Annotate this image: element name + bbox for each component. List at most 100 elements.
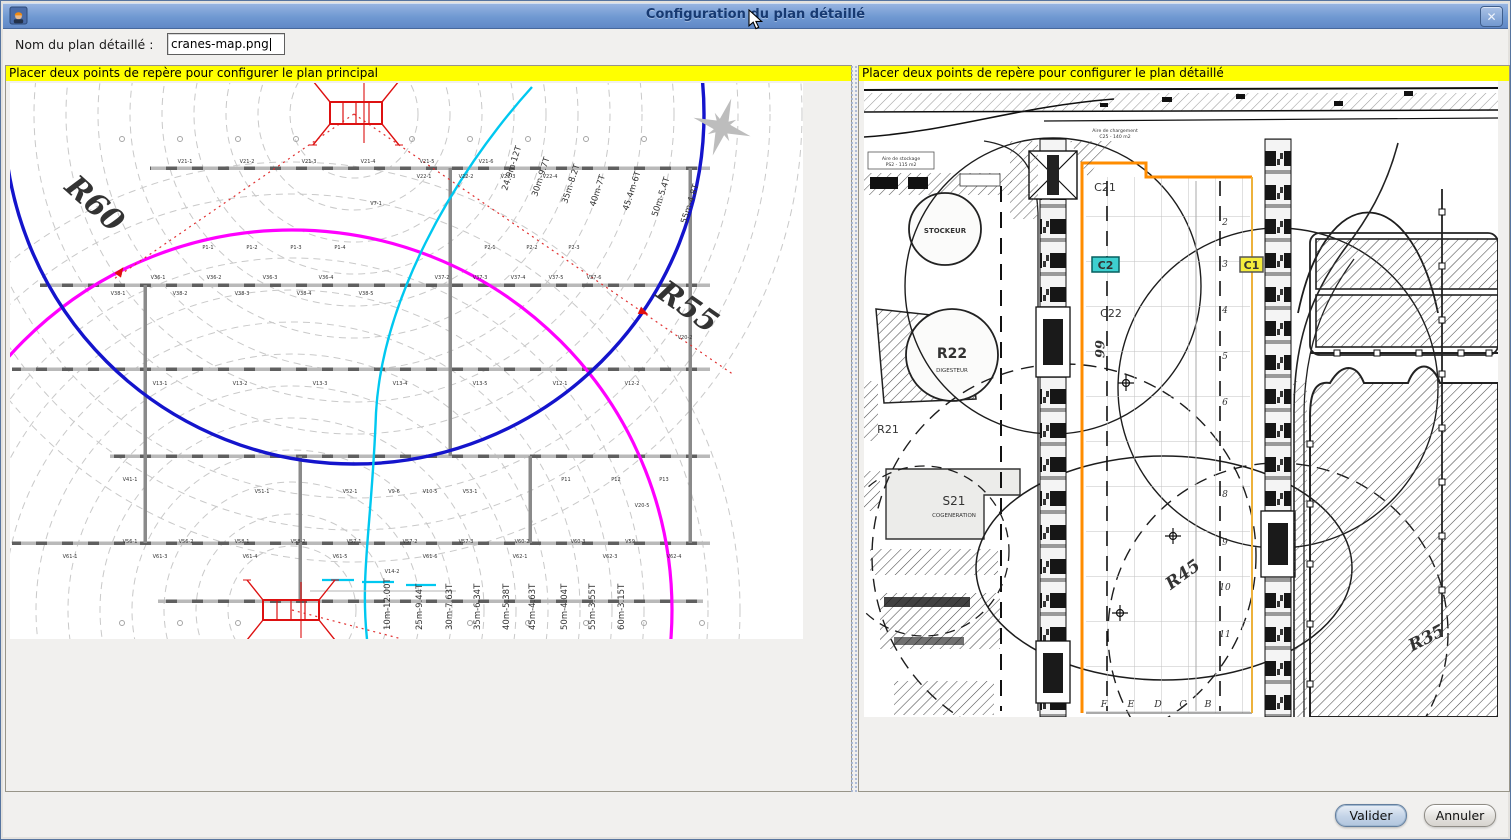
filename-value: cranes-map.png bbox=[171, 37, 269, 51]
map-label: 9 bbox=[1222, 538, 1228, 548]
map-label: 30m-7.63T bbox=[445, 583, 455, 630]
map-label: 25m-9.44T bbox=[415, 583, 425, 630]
map-label: V36-2 bbox=[207, 275, 222, 281]
map-label: V38-1 bbox=[111, 291, 126, 297]
compass-icon bbox=[684, 89, 760, 165]
map-label: V21-4 bbox=[361, 159, 376, 165]
map-label: P1-1 bbox=[202, 245, 213, 251]
cancel-button[interactable]: Annuler bbox=[1424, 804, 1496, 827]
map-label: V57-2 bbox=[403, 539, 418, 545]
map-label: 3 bbox=[1222, 260, 1228, 270]
map-label: 10m-12.00T bbox=[383, 578, 393, 630]
map-label: V61-6 bbox=[423, 554, 438, 560]
panel-splitter[interactable] bbox=[850, 65, 858, 792]
column-markers bbox=[120, 137, 705, 626]
map-label: V58-2 bbox=[291, 539, 306, 545]
map-label: V36-4 bbox=[319, 275, 334, 281]
map-label: 6 bbox=[1222, 398, 1228, 408]
filename-label: Nom du plan détaillé : bbox=[15, 37, 153, 52]
map-label: P2-1 bbox=[484, 245, 495, 251]
map-label: V41-1 bbox=[123, 477, 138, 483]
map-label: V21-6 bbox=[479, 159, 494, 165]
map-label: Aire de chargement bbox=[1092, 128, 1138, 134]
map-label: V20-2 bbox=[678, 335, 693, 341]
dialog-window: Configuration du plan détaillé ✕ Nom du … bbox=[0, 0, 1511, 840]
filename-input[interactable]: cranes-map.png bbox=[167, 33, 285, 55]
map-label: V53-1 bbox=[463, 489, 478, 495]
map-label: P1-3 bbox=[290, 245, 301, 251]
map-label: V61-3 bbox=[153, 554, 168, 560]
map-label: V14-2 bbox=[385, 569, 400, 575]
map-label: V21-5 bbox=[420, 159, 435, 165]
map-label: V37-4 bbox=[511, 275, 526, 281]
map-label: V38-2 bbox=[173, 291, 188, 297]
top-road bbox=[864, 88, 1498, 137]
map-label: P13 bbox=[659, 477, 668, 483]
map-label: V38-3 bbox=[235, 291, 250, 297]
map-label: V37-6 bbox=[587, 275, 602, 281]
map-label: C21 bbox=[1094, 181, 1116, 194]
svg-text:C1: C1 bbox=[1244, 259, 1260, 272]
map-label: V9-6 bbox=[388, 489, 400, 495]
map-label: V21-1 bbox=[178, 159, 193, 165]
map-label: V57-1 bbox=[347, 539, 362, 545]
map-label: C25 - 140 m2 bbox=[1099, 134, 1130, 140]
map-label: V37-5 bbox=[549, 275, 564, 281]
map-label: E bbox=[1127, 699, 1135, 710]
right-building bbox=[1307, 189, 1498, 717]
map-label: V12-2 bbox=[625, 381, 640, 387]
map-label: 55m-4.8T bbox=[679, 182, 701, 225]
map-label: V60-2 bbox=[515, 539, 530, 545]
map-label: V38-4 bbox=[297, 291, 312, 297]
map-label: V61-5 bbox=[333, 554, 348, 560]
map-label: D bbox=[1153, 699, 1162, 710]
map-label: V51-1 bbox=[255, 489, 270, 495]
map-label: 11 bbox=[1219, 630, 1230, 640]
map-label: V37-2 bbox=[435, 275, 450, 281]
detail-plan-panel: Placer deux points de repère pour config… bbox=[858, 65, 1510, 792]
text-caret bbox=[270, 38, 271, 51]
close-icon[interactable]: ✕ bbox=[1480, 6, 1503, 27]
badge-c1: C1 bbox=[1240, 257, 1263, 272]
map-label: C22 bbox=[1100, 307, 1122, 320]
map-label: V20-5 bbox=[635, 503, 650, 509]
crane-icon-bottom bbox=[243, 580, 339, 639]
detail-plan-header: Placer deux points de repère pour config… bbox=[859, 66, 1509, 81]
map-label: V13-3 bbox=[313, 381, 328, 387]
map-label: V22-2 bbox=[459, 174, 474, 180]
map-label: R22 bbox=[937, 346, 967, 362]
map-label: V13-5 bbox=[473, 381, 488, 387]
validate-button[interactable]: Valider bbox=[1335, 804, 1407, 827]
main-plan-map[interactable]: R60R55 24.9m-12T30m-9.7T35m-8.2T40m-7T45… bbox=[10, 83, 803, 639]
detail-plan-map[interactable]: C2 C1 STOCKEURR22DIGESTEURR21S21COGENERA… bbox=[864, 81, 1498, 717]
bottom-capacity-labels: 10m-12.00T25m-9.44T30m-7.63T35m-6.34T40m… bbox=[383, 578, 627, 630]
map-label: V37-3 bbox=[473, 275, 488, 281]
map-label: V59 bbox=[625, 539, 635, 545]
map-label: DIGESTEUR bbox=[936, 368, 968, 374]
map-label: 4 bbox=[1221, 306, 1228, 316]
map-label: P1-4 bbox=[334, 245, 345, 251]
map-label: COGENERATION bbox=[932, 513, 976, 519]
map-label: V58-1 bbox=[235, 539, 250, 545]
map-label: V22-3 bbox=[501, 174, 516, 180]
map-label: 55m-3.55T bbox=[588, 583, 598, 630]
map-label: 2 bbox=[1221, 218, 1228, 228]
map-label: V36-3 bbox=[263, 275, 278, 281]
svg-text:C2: C2 bbox=[1098, 259, 1114, 272]
map-label: 40m-7T bbox=[588, 173, 608, 208]
map-label: 50m-4.04T bbox=[560, 583, 570, 630]
map-label: V21-2 bbox=[240, 159, 255, 165]
map-label: V13-1 bbox=[153, 381, 168, 387]
map-label: P11 bbox=[561, 477, 570, 483]
map-label: V21-3 bbox=[302, 159, 317, 165]
map-label: S21 bbox=[943, 494, 966, 508]
map-label: V60-3 bbox=[571, 539, 586, 545]
main-plan-panel: Placer deux points de repère pour config… bbox=[5, 65, 852, 792]
building-walls bbox=[12, 167, 710, 604]
map-label: P12 bbox=[611, 477, 620, 483]
map-label: V52-1 bbox=[343, 489, 358, 495]
map-label: R60 bbox=[57, 168, 131, 239]
map-label: F bbox=[1100, 699, 1108, 710]
map-label: 50m-5.4T bbox=[650, 175, 672, 218]
map-label: V7-1 bbox=[370, 201, 382, 207]
